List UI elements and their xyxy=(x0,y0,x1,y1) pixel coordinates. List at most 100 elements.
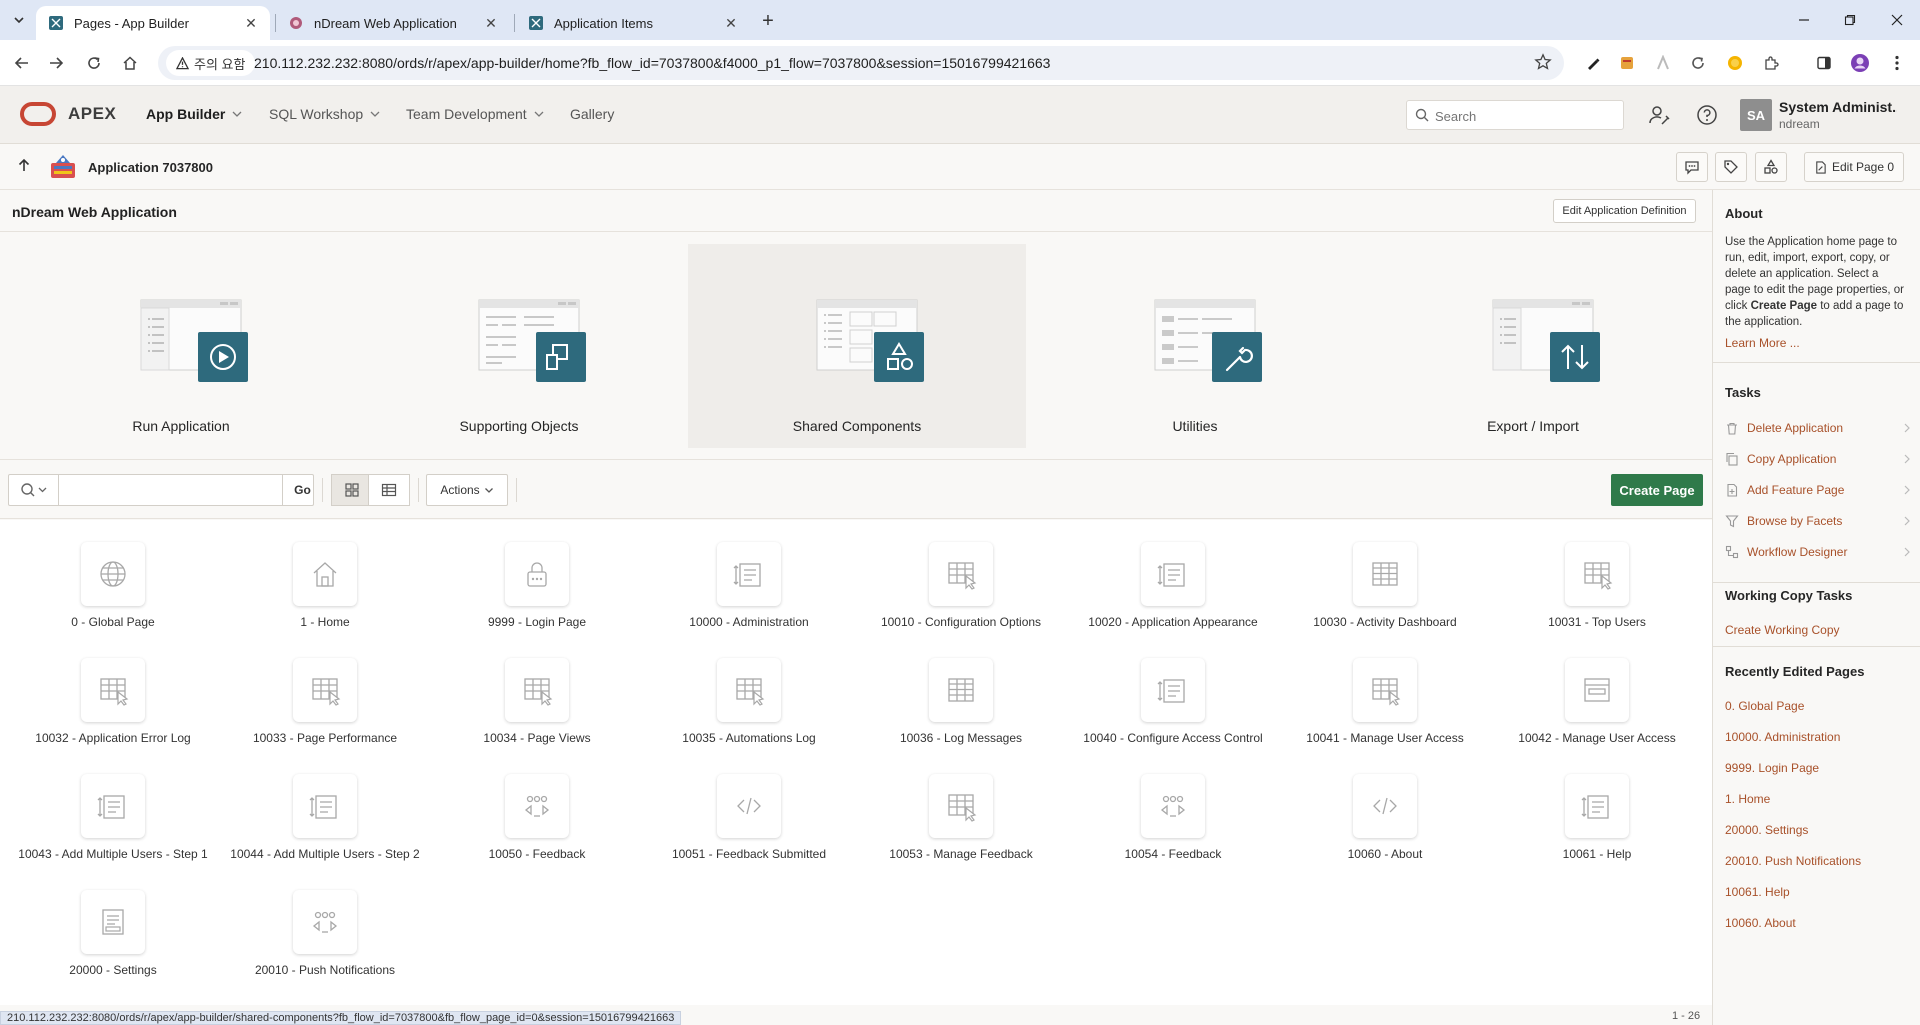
help-icon[interactable] xyxy=(1695,103,1719,127)
page-tile[interactable]: 10053 - Manage Feedback xyxy=(855,752,1067,862)
page-tile[interactable]: 10042 - Manage User Access xyxy=(1491,636,1703,746)
administration-icon[interactable] xyxy=(1647,103,1671,127)
nav-sql-workshop[interactable]: SQL Workshop xyxy=(269,106,380,122)
profile-icon[interactable] xyxy=(1849,52,1871,74)
page-tile[interactable]: 20010 - Push Notifications xyxy=(219,868,431,978)
task-workflow-designer[interactable]: Workflow Designer xyxy=(1725,542,1911,562)
tags-button[interactable] xyxy=(1715,152,1747,182)
learn-more-link[interactable]: Learn More ... xyxy=(1725,336,1800,350)
utilities-card[interactable]: Utilities xyxy=(1026,244,1364,448)
oracle-logo-icon[interactable] xyxy=(20,102,56,126)
tab-application-items[interactable]: Application Items ✕ xyxy=(516,6,750,40)
minimize-icon[interactable] xyxy=(1792,8,1816,32)
apex-logo-text[interactable]: APEX xyxy=(68,104,116,124)
page-tile[interactable]: 9999 - Login Page xyxy=(431,520,643,630)
address-bar[interactable]: 주의 요함 210.112.232.232:8080/ords/r/apex/a… xyxy=(158,46,1564,80)
a-extension-icon[interactable] xyxy=(1652,52,1674,74)
browser-menu-icon[interactable] xyxy=(1886,52,1908,74)
page-tile[interactable]: 10050 - Feedback xyxy=(431,752,643,862)
recent-page-link[interactable]: 1. Home xyxy=(1725,792,1770,806)
bookmark-star-icon[interactable] xyxy=(1534,53,1552,71)
reload-icon[interactable] xyxy=(82,51,106,75)
export-import-card[interactable]: Export / Import xyxy=(1364,244,1702,448)
tab-pages-app-builder[interactable]: Pages - App Builder ✕ xyxy=(36,6,270,40)
security-warning-chip[interactable]: 주의 요함 xyxy=(166,50,256,76)
task-copy-application[interactable]: Copy Application xyxy=(1725,449,1911,469)
page-tile[interactable]: 10043 - Add Multiple Users - Step 1 xyxy=(7,752,219,862)
note-extension-icon[interactable] xyxy=(1616,52,1638,74)
close-tab-icon[interactable]: ✕ xyxy=(482,14,500,32)
recent-page-link[interactable]: 0. Global Page xyxy=(1725,699,1804,713)
page-tile[interactable]: 10033 - Page Performance xyxy=(219,636,431,746)
search-input[interactable] xyxy=(1435,106,1615,126)
tab-search-button[interactable] xyxy=(8,9,30,31)
global-search[interactable] xyxy=(1406,100,1624,130)
task-add-feature-page[interactable]: Add Feature Page xyxy=(1725,480,1911,500)
nav-team-development[interactable]: Team Development xyxy=(406,106,544,122)
search-column-select[interactable] xyxy=(9,475,59,505)
page-tile[interactable]: 10044 - Add Multiple Users - Step 2 xyxy=(219,752,431,862)
forward-icon[interactable] xyxy=(44,51,68,75)
create-page-button[interactable]: Create Page xyxy=(1611,474,1703,506)
shared-components-button[interactable] xyxy=(1755,152,1787,182)
page-tile[interactable]: 10051 - Feedback Submitted xyxy=(643,752,855,862)
recent-page-link[interactable]: 10060. About xyxy=(1725,916,1796,930)
recent-page-link[interactable]: 20000. Settings xyxy=(1725,823,1808,837)
nav-gallery[interactable]: Gallery xyxy=(570,106,614,122)
puzzle-extensions-icon[interactable] xyxy=(1760,52,1782,74)
shared-components-card[interactable]: Shared Components xyxy=(688,244,1026,448)
close-tab-icon[interactable]: ✕ xyxy=(242,14,260,32)
recent-page-link[interactable]: 10061. Help xyxy=(1725,885,1790,899)
comments-button[interactable] xyxy=(1676,152,1708,182)
task-browse-by-facets[interactable]: Browse by Facets xyxy=(1725,511,1911,531)
page-tile[interactable]: 10041 - Manage User Access xyxy=(1279,636,1491,746)
back-icon[interactable] xyxy=(10,51,34,75)
refresh-extension-icon[interactable] xyxy=(1687,52,1709,74)
page-tile[interactable]: 10032 - Application Error Log xyxy=(7,636,219,746)
restore-icon[interactable] xyxy=(1838,8,1862,32)
page-tile[interactable]: 10000 - Administration xyxy=(643,520,855,630)
page-tile[interactable]: 10036 - Log Messages xyxy=(855,636,1067,746)
create-working-copy-link[interactable]: Create Working Copy xyxy=(1725,623,1840,637)
page-tile[interactable]: 10040 - Configure Access Control xyxy=(1067,636,1279,746)
page-tile[interactable]: 0 - Global Page xyxy=(7,520,219,630)
user-name[interactable]: System Administ... xyxy=(1779,99,1897,115)
page-tile[interactable]: 10034 - Page Views xyxy=(431,636,643,746)
page-tile[interactable]: 10060 - About xyxy=(1279,752,1491,862)
close-window-icon[interactable] xyxy=(1885,8,1909,32)
recent-page-link[interactable]: 20010. Push Notifications xyxy=(1725,854,1861,868)
recent-page-link[interactable]: 10000. Administration xyxy=(1725,730,1840,744)
report-view-button[interactable] xyxy=(368,474,410,506)
recent-page-link[interactable]: 9999. Login Page xyxy=(1725,761,1819,775)
page-tile[interactable]: 10031 - Top Users xyxy=(1491,520,1703,630)
side-panel-icon[interactable] xyxy=(1813,52,1835,74)
page-tile[interactable]: 10030 - Activity Dashboard xyxy=(1279,520,1491,630)
pages-search-input[interactable] xyxy=(65,480,275,500)
tab-ndream-web-application[interactable]: nDream Web Application ✕ xyxy=(276,6,510,40)
pen-extension-icon[interactable] xyxy=(1582,52,1604,74)
page-tile[interactable]: 10035 - Automations Log xyxy=(643,636,855,746)
actions-menu-button[interactable]: Actions xyxy=(426,474,508,506)
close-tab-icon[interactable]: ✕ xyxy=(722,14,740,32)
task-delete-application[interactable]: Delete Application xyxy=(1725,418,1911,438)
supporting-objects-card[interactable]: Supporting Objects xyxy=(350,244,688,448)
go-button[interactable]: Go xyxy=(282,475,322,505)
application-title[interactable]: Application 7037800 xyxy=(88,160,213,175)
page-tile[interactable]: 10054 - Feedback xyxy=(1067,752,1279,862)
url-text[interactable]: 210.112.232.232:8080/ords/r/apex/app-bui… xyxy=(254,55,1050,71)
page-tile[interactable]: 20000 - Settings xyxy=(7,868,219,978)
edit-application-definition-button[interactable]: Edit Application Definition xyxy=(1553,199,1696,223)
arrow-up-icon[interactable] xyxy=(16,157,36,177)
new-tab-button[interactable]: + xyxy=(756,9,780,33)
page-tile[interactable]: 1 - Home xyxy=(219,520,431,630)
page-tile[interactable]: 10061 - Help xyxy=(1491,752,1703,862)
home-browser-icon[interactable] xyxy=(118,51,142,75)
page-tile[interactable]: 10020 - Application Appearance xyxy=(1067,520,1279,630)
icon-view-button[interactable] xyxy=(331,474,373,506)
run-application-card[interactable]: Run Application xyxy=(12,244,350,448)
edit-page-button[interactable]: Edit Page 0 xyxy=(1804,152,1904,182)
page-tile[interactable]: 10010 - Configuration Options xyxy=(855,520,1067,630)
avatar[interactable]: SA xyxy=(1740,99,1772,131)
nav-app-builder[interactable]: App Builder xyxy=(146,106,242,122)
coin-extension-icon[interactable] xyxy=(1724,52,1746,74)
